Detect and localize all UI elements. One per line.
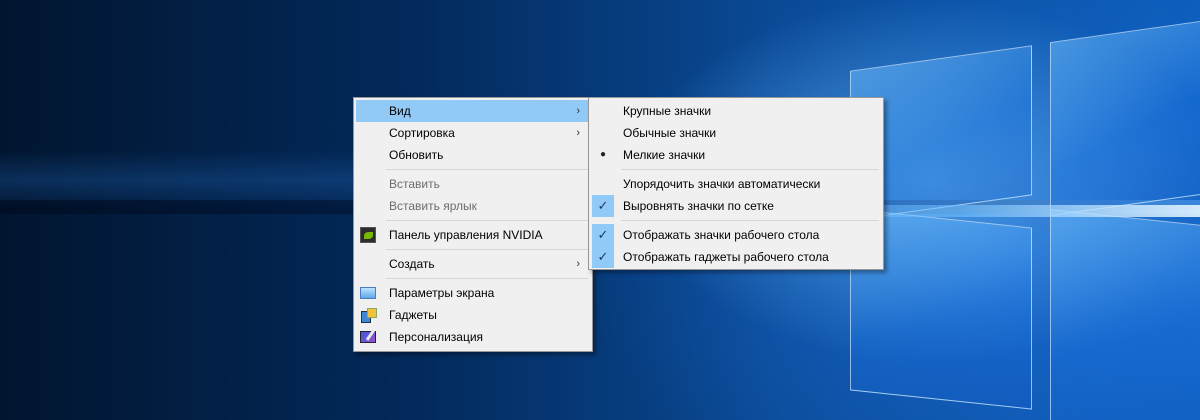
submenu-item-small-icons[interactable]: ● Мелкие значки [591,144,881,166]
submenu-item-label: Мелкие значки [623,148,706,162]
menu-item-gadgets[interactable]: Гаджеты [356,304,590,326]
windows-logo-pane [1050,208,1200,420]
view-submenu: Крупные значки Обычные значки ● Мелкие з… [588,97,884,270]
checkmark-icon: ✓ [592,224,614,246]
chevron-right-icon: › [576,127,580,139]
submenu-item-auto-arrange[interactable]: Упорядочить значки автоматически [591,173,881,195]
menu-item-label: Гаджеты [389,308,437,322]
menu-item-label: Панель управления NVIDIA [389,228,543,242]
submenu-item-label: Крупные значки [623,104,712,118]
menu-item-label: Создать [389,257,435,271]
menu-item-label: Вид [389,104,411,118]
menu-item-personalization[interactable]: Персонализация [356,326,590,348]
menu-separator [621,169,879,170]
submenu-item-large-icons[interactable]: Крупные значки [591,100,881,122]
windows-logo-pane [1050,17,1200,217]
menu-item-nvidia-control-panel[interactable]: Панель управления NVIDIA [356,224,590,246]
menu-item-new[interactable]: Создать › [356,253,590,275]
chevron-right-icon: › [576,105,580,117]
nvidia-icon [360,227,376,243]
menu-item-display-settings[interactable]: Параметры экрана [356,282,590,304]
menu-item-label: Сортировка [389,126,455,140]
chevron-right-icon: › [576,258,580,270]
menu-separator [386,220,588,221]
menu-item-label: Вставить ярлык [389,199,477,213]
menu-item-paste-shortcut: Вставить ярлык [356,195,590,217]
gadgets-icon [360,307,377,323]
submenu-item-align-to-grid[interactable]: ✓ Выровнять значки по сетке [591,195,881,217]
display-icon [360,287,376,299]
submenu-item-label: Выровнять значки по сетке [623,199,774,213]
submenu-item-show-desktop-icons[interactable]: ✓ Отображать значки рабочего стола [591,224,881,246]
menu-item-view[interactable]: Вид › [356,100,590,122]
menu-item-label: Обновить [389,148,444,162]
submenu-item-label: Обычные значки [623,126,717,140]
desktop-context-menu: Вид › Сортировка › Обновить Вставить Вст… [353,97,593,352]
personalization-icon [360,331,376,343]
submenu-item-label: Отображать значки рабочего стола [623,228,820,242]
menu-item-label: Персонализация [389,330,484,344]
submenu-item-show-gadgets[interactable]: ✓ Отображать гаджеты рабочего стола [591,246,881,268]
menu-separator [386,278,588,279]
checkmark-icon: ✓ [592,195,614,217]
checkmark-icon: ✓ [592,246,614,268]
menu-item-sort[interactable]: Сортировка › [356,122,590,144]
menu-item-refresh[interactable]: Обновить [356,144,590,166]
menu-item-label: Параметры экрана [389,286,495,300]
radio-bullet-icon: ● [599,149,607,160]
submenu-item-medium-icons[interactable]: Обычные значки [591,122,881,144]
menu-item-label: Вставить [389,177,440,191]
menu-item-paste: Вставить [356,173,590,195]
menu-separator [386,249,588,250]
menu-separator [621,220,879,221]
menu-separator [386,169,588,170]
submenu-item-label: Отображать гаджеты рабочего стола [623,250,829,264]
submenu-item-label: Упорядочить значки автоматически [623,177,821,191]
